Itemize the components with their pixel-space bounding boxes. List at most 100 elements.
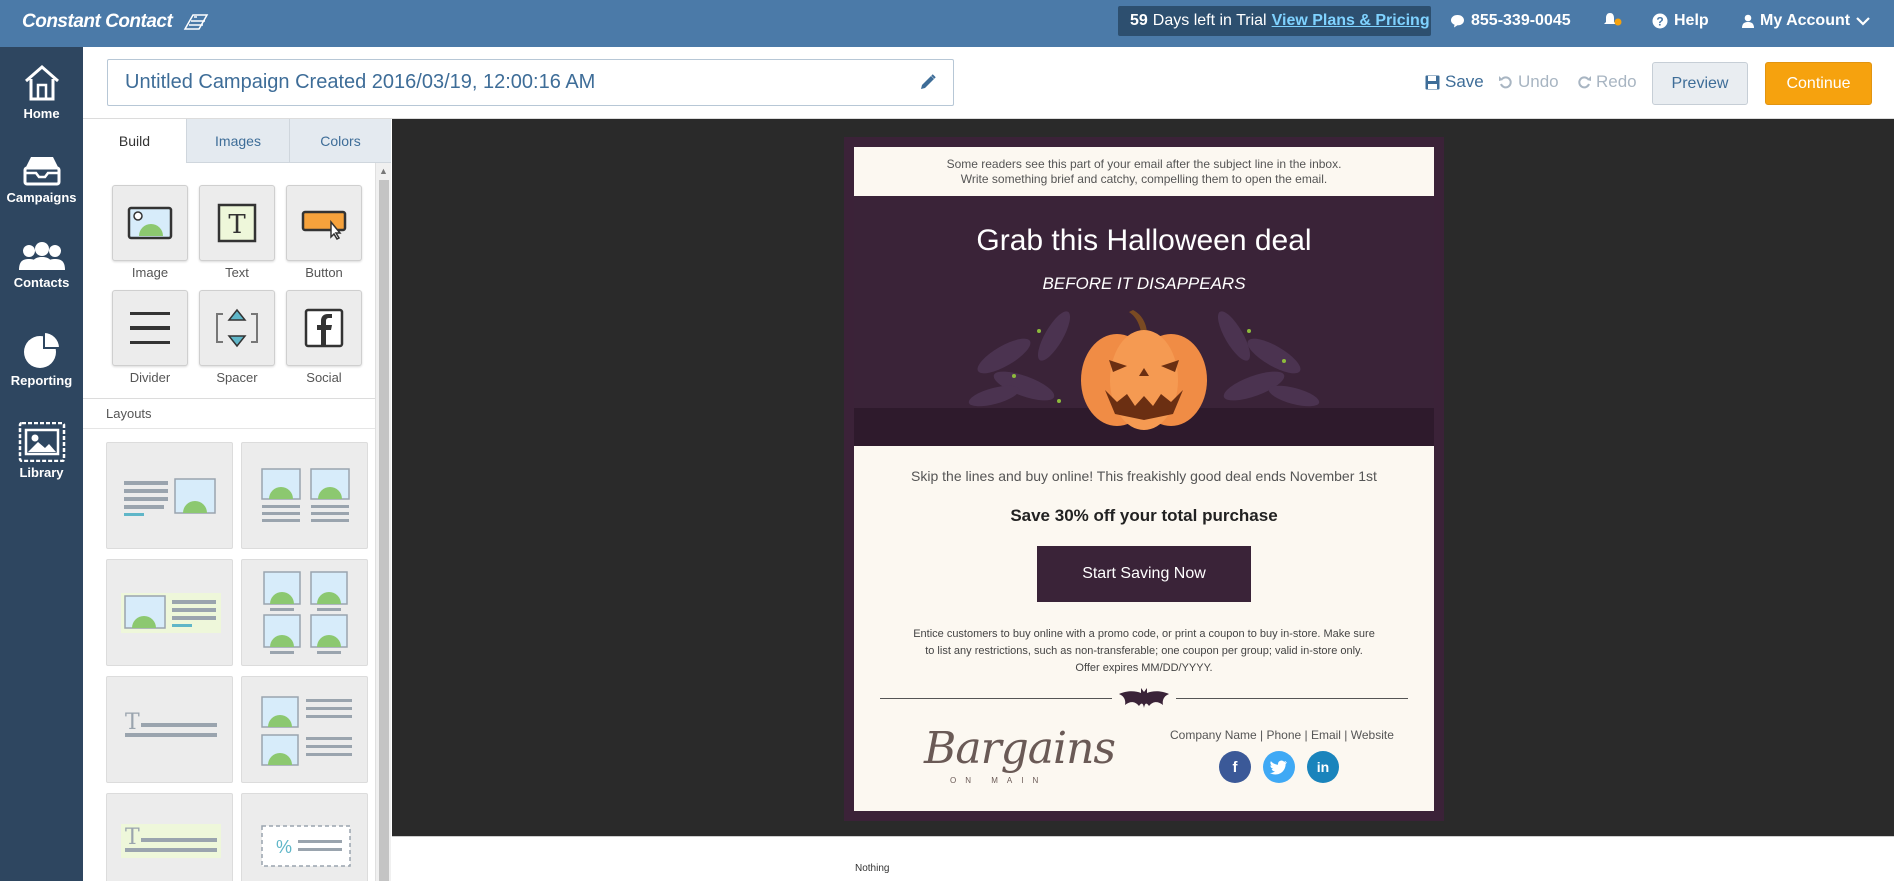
offer-text[interactable]: Save 30% off your total purchase [854, 506, 1434, 526]
save-button[interactable]: Save [1425, 72, 1484, 92]
layouts-heading: Layouts [106, 406, 152, 421]
my-account-menu[interactable]: My Account [1742, 12, 1870, 30]
fine-print-line-2: to list any restrictions, such as non-tr… [925, 645, 1363, 657]
hero-block[interactable]: Grab this Halloween deal BEFORE IT DISAP… [854, 196, 1434, 446]
layout-thumbnail: % [261, 825, 351, 867]
campaigns-icon [23, 157, 60, 186]
save-label: Save [1445, 72, 1484, 91]
fine-print[interactable]: Entice customers to buy online with a pr… [854, 626, 1434, 677]
preview-button[interactable]: Preview [1652, 62, 1748, 105]
view-plans-link[interactable]: View Plans & Pricing [1272, 12, 1430, 30]
my-account-label: My Account [1760, 12, 1851, 29]
trial-banner: 59 Days left in Trial View Plans & Prici… [1118, 6, 1431, 36]
text-tool-label: Text [225, 265, 249, 280]
trial-text: Days left in Trial [1152, 12, 1267, 29]
hero-subtitle: BEFORE IT DISAPPEARS [1042, 274, 1246, 293]
help-button[interactable]: ? Help [1652, 12, 1709, 30]
divider-block-tool[interactable] [112, 290, 188, 366]
tab-build[interactable]: Build [83, 119, 186, 163]
scroll-up-icon[interactable]: ▲ [379, 166, 388, 176]
svg-text:T: T [125, 710, 140, 735]
linkedin-social-icon[interactable]: in [1307, 751, 1339, 783]
intro-text[interactable]: Skip the lines and buy online! This frea… [854, 468, 1434, 484]
layout-thumbnail: T [121, 824, 221, 858]
text-icon: T [217, 203, 257, 243]
user-icon [1742, 14, 1754, 28]
hero-title: Grab this Halloween deal [976, 224, 1312, 257]
canvas-footer-text: Nothing [855, 863, 890, 874]
nav-home[interactable]: Home [0, 63, 83, 121]
nav-contacts[interactable]: Contacts [0, 242, 83, 290]
bell-icon [1604, 13, 1622, 26]
layout-coupon[interactable]: % [241, 793, 368, 881]
spacer-tool-label: Spacer [216, 370, 258, 385]
help-icon: ? [1652, 13, 1668, 29]
save-icon [1425, 75, 1440, 89]
button-block-tool[interactable] [286, 185, 362, 261]
preheader-line-1: Some readers see this part of your email… [946, 157, 1342, 171]
home-icon [24, 65, 59, 101]
redo-icon [1578, 76, 1591, 89]
build-panel: Build Images Colors Image T Text Button … [83, 119, 391, 881]
image-block-tool[interactable] [112, 185, 188, 261]
layout-title-text[interactable]: T [106, 676, 233, 783]
library-icon [18, 422, 65, 462]
start-saving-button[interactable]: Start Saving Now [1037, 546, 1251, 602]
campaign-title-field[interactable]: Untitled Campaign Created 2016/03/19, 12… [107, 59, 954, 106]
fine-print-line-1: Entice customers to buy online with a pr… [913, 628, 1375, 640]
nav-home-label: Home [23, 106, 60, 121]
campaign-title-input[interactable]: Untitled Campaign Created 2016/03/19, 12… [125, 71, 595, 94]
layout-title-text-highlight[interactable]: T [106, 793, 233, 881]
nav-library[interactable]: Library [0, 422, 83, 480]
layout-thumbnail [124, 478, 216, 516]
scroll-thumb[interactable] [379, 180, 389, 881]
layout-thumbnail [121, 593, 221, 633]
panel-scrollbar[interactable]: ▲ [375, 163, 391, 881]
flag-icon [183, 14, 209, 30]
layout-text-image[interactable] [106, 442, 233, 549]
company-info[interactable]: Company Name | Phone | Email | Website [1170, 728, 1394, 742]
facebook-icon [304, 308, 344, 348]
nav-library-label: Library [19, 465, 64, 480]
pumpkin-icon [1081, 310, 1207, 430]
layout-thumbnail [261, 696, 352, 766]
undo-button[interactable]: Undo [1499, 72, 1559, 92]
text-block-tool[interactable]: T [199, 185, 275, 261]
redo-button[interactable]: Redo [1577, 72, 1637, 92]
tab-colors[interactable]: Colors [289, 119, 391, 163]
facebook-social-icon[interactable]: f [1219, 751, 1251, 783]
contacts-icon [18, 242, 65, 270]
phone-item[interactable]: 855-339-0045 [1450, 12, 1571, 30]
nav-campaigns[interactable]: Campaigns [0, 151, 83, 205]
layout-images-with-text[interactable] [241, 676, 368, 783]
image-tool-label: Image [131, 265, 169, 280]
nav-contacts-label: Contacts [13, 275, 70, 290]
layout-thumbnail [263, 571, 348, 654]
twitter-social-icon[interactable] [1263, 751, 1295, 783]
spacer-block-tool[interactable] [199, 290, 275, 366]
undo-label: Undo [1518, 72, 1559, 91]
image-icon [127, 206, 173, 240]
social-block-tool[interactable] [286, 290, 362, 366]
tools-separator [83, 398, 375, 399]
continue-button[interactable]: Continue [1765, 62, 1872, 105]
logo[interactable]: Constant Contact [22, 11, 209, 33]
layout-two-column-image[interactable] [241, 442, 368, 549]
preheader-block[interactable]: Some readers see this part of your email… [854, 147, 1434, 196]
left-nav: Home Campaigns Contacts Reporting Librar… [0, 47, 83, 881]
layout-four-images[interactable] [241, 559, 368, 666]
redo-label: Redo [1596, 72, 1637, 91]
tab-images[interactable]: Images [186, 119, 289, 163]
svg-text:%: % [276, 837, 292, 857]
bat-icon [1119, 688, 1169, 708]
pencil-icon[interactable] [919, 73, 937, 91]
brand-logo[interactable]: Bargains [924, 723, 1116, 774]
panel-tabs: Build Images Colors [83, 119, 391, 163]
svg-text:T: T [228, 210, 246, 240]
social-tool-label: Social [306, 370, 342, 385]
layout-image-text-highlight[interactable] [106, 559, 233, 666]
notifications-button[interactable] [1603, 12, 1623, 28]
nav-campaigns-label: Campaigns [6, 190, 77, 205]
nav-reporting[interactable]: Reporting [0, 330, 83, 388]
spacer-icon [216, 308, 258, 348]
